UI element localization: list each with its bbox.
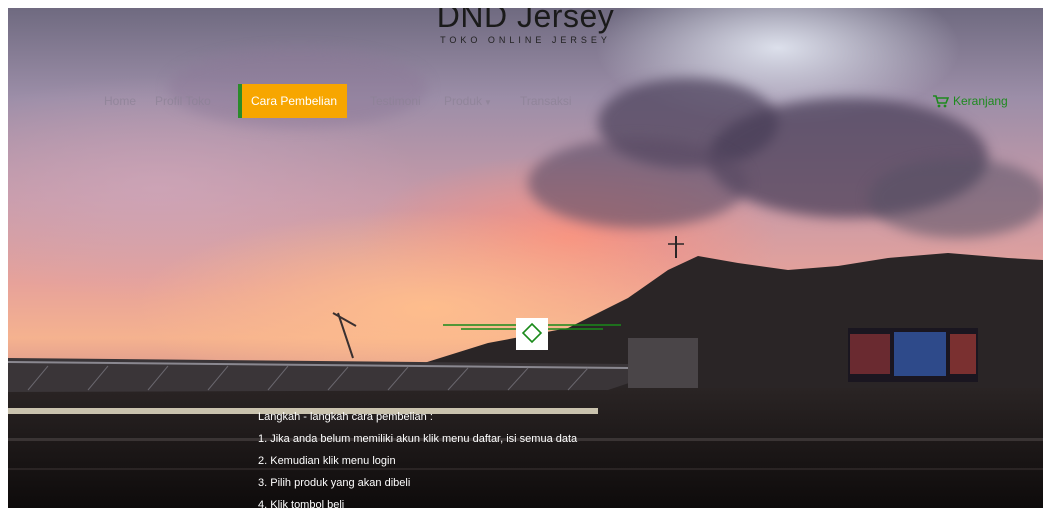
guide-step: 2. Kemudian klik menu login: [258, 455, 396, 467]
section-divider: [443, 318, 621, 350]
nav-item-home[interactable]: Home: [104, 84, 136, 118]
cart-link[interactable]: Keranjang: [933, 84, 1008, 118]
site-tagline: TOKO ONLINE JERSEY: [440, 35, 611, 45]
nav-item-transaksi[interactable]: Transaksi: [520, 84, 572, 118]
guide-step: 1. Jika anda belum memiliki akun klik me…: [258, 433, 578, 445]
purchase-guide: Langkah - langkah cara pembelian : 1. Ji…: [258, 406, 758, 508]
cart-label: Keranjang: [953, 94, 1008, 108]
nav-item-testimoni[interactable]: Testimoni: [370, 84, 421, 118]
page-viewport: DND Jersey TOKO ONLINE JERSEY Home Profi…: [8, 8, 1043, 508]
site-title[interactable]: DND Jersey: [8, 8, 1043, 35]
guide-step: 3. Pilih produk yang akan dibeli: [258, 477, 411, 489]
nav-item-profil-toko[interactable]: Profil Toko: [155, 84, 211, 118]
guide-heading: Langkah - langkah cara pembelian :: [258, 411, 433, 423]
caret-down-icon: ▼: [484, 98, 492, 107]
nav-item-produk[interactable]: Produk ▼: [444, 84, 492, 118]
guide-step: 4. Klik tombol beli: [258, 499, 345, 508]
nav-item-cara-pembelian[interactable]: Cara Pembelian: [238, 84, 348, 118]
nav-item-produk-label: Produk: [444, 94, 483, 108]
shopping-cart-icon: [933, 95, 949, 108]
main-nav: Home Profil Toko Cara Pembelian Testimon…: [8, 84, 1043, 118]
